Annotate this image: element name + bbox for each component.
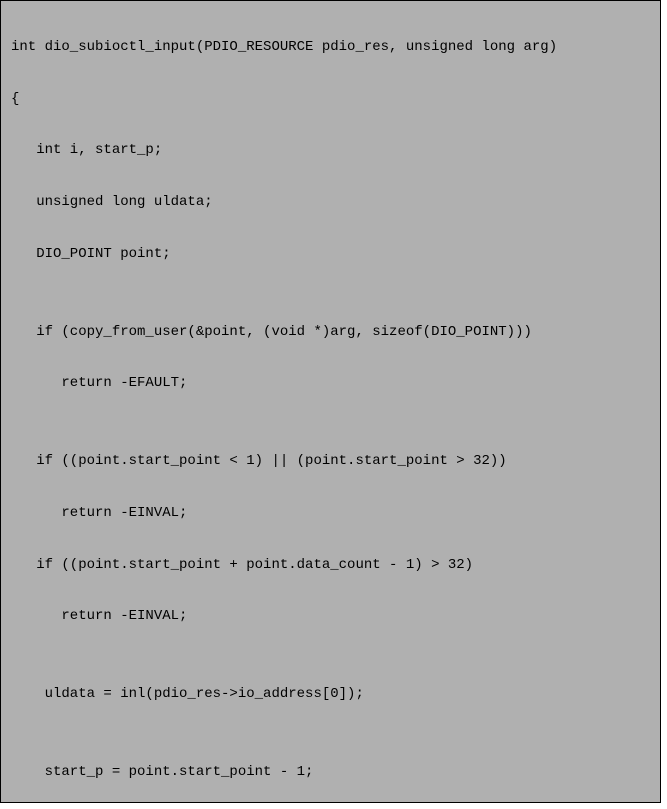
code-line: if (copy_from_user(&point, (void *)arg, … xyxy=(11,320,650,346)
code-line: int i, start_p; xyxy=(11,138,650,164)
code-line: return -EINVAL; xyxy=(11,501,650,527)
code-line: if ((point.start_point + point.data_coun… xyxy=(11,553,650,579)
code-line: if ((point.start_point < 1) || (point.st… xyxy=(11,449,650,475)
code-block: int dio_subioctl_input(PDIO_RESOURCE pdi… xyxy=(0,0,661,803)
code-line: { xyxy=(11,87,650,113)
code-line: return -EINVAL; xyxy=(11,604,650,630)
code-line: unsigned long uldata; xyxy=(11,190,650,216)
code-line: start_p = point.start_point - 1; xyxy=(11,760,650,786)
code-line: DIO_POINT point; xyxy=(11,242,650,268)
code-line: int dio_subioctl_input(PDIO_RESOURCE pdi… xyxy=(11,35,650,61)
code-line: uldata = inl(pdio_res->io_address[0]); xyxy=(11,682,650,708)
code-line: return -EFAULT; xyxy=(11,371,650,397)
